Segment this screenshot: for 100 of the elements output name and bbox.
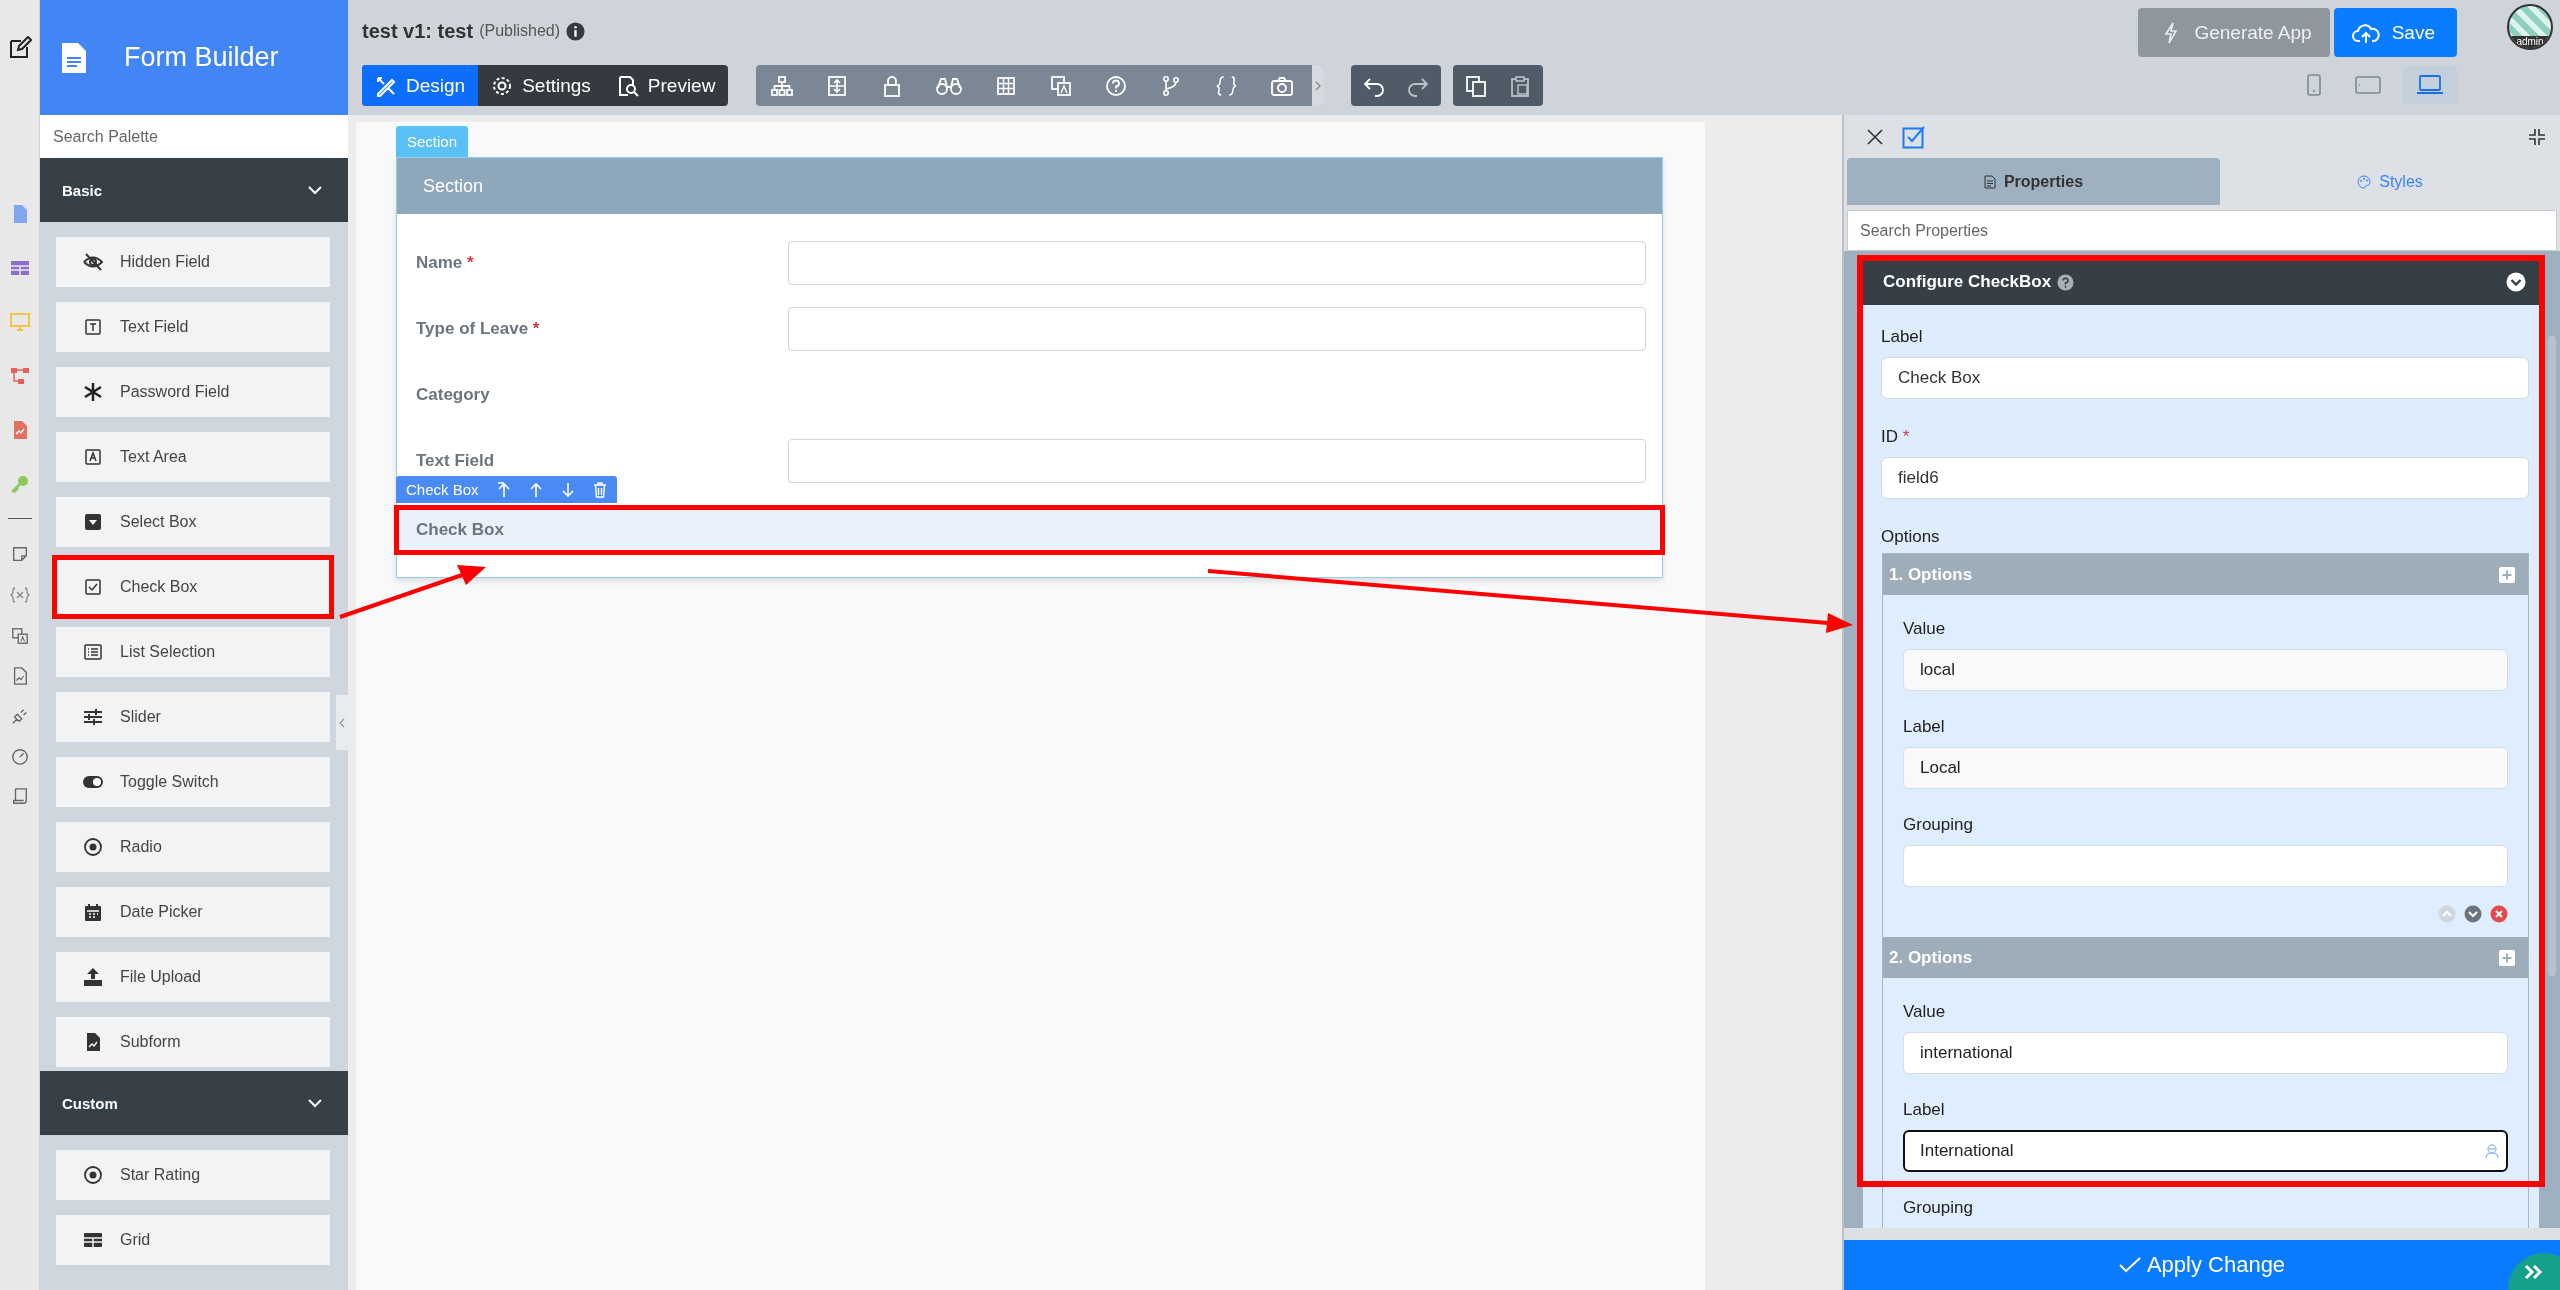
- chevron-circle-icon[interactable]: [2506, 272, 2526, 292]
- mode-tab[interactable]: Settings: [478, 65, 604, 106]
- field-label: Grouping: [1903, 1198, 1974, 1218]
- palette-item[interactable]: Select Box: [56, 497, 330, 547]
- palette-item[interactable]: Hidden Field: [56, 237, 330, 287]
- panel-tab[interactable]: Properties: [1847, 158, 2220, 205]
- input-field[interactable]: [788, 307, 1646, 351]
- mode-tab[interactable]: Design: [362, 65, 479, 106]
- input-field[interactable]: Local: [1903, 747, 2508, 789]
- plug-icon[interactable]: [10, 707, 29, 725]
- collapse-icon[interactable]: [2528, 127, 2546, 146]
- tablet-icon: [2355, 76, 2381, 94]
- palette-item[interactable]: Slider: [56, 692, 330, 742]
- input-field[interactable]: Check Box: [1881, 357, 2529, 399]
- plus-icon[interactable]: [2499, 949, 2515, 966]
- plus-icon[interactable]: [2499, 566, 2515, 583]
- close-icon[interactable]: [1867, 128, 1883, 145]
- mode-tab[interactable]: Preview: [603, 65, 729, 106]
- palette-item-label: Toggle Switch: [120, 773, 219, 791]
- user-avatar[interactable]: admin: [2507, 4, 2553, 50]
- flowchart-icon[interactable]: [9, 366, 30, 386]
- translate-icon[interactable]: [1050, 74, 1073, 97]
- remove-icon[interactable]: [2490, 905, 2508, 923]
- input-field[interactable]: [1903, 845, 2508, 887]
- input-field[interactable]: local: [1903, 649, 2508, 691]
- translate-icon[interactable]: [10, 627, 29, 645]
- group-header[interactable]: Basic: [40, 158, 348, 222]
- palette-item[interactable]: Password Field: [56, 367, 330, 417]
- palette-item-label: Subform: [120, 1033, 181, 1051]
- laptop-icon: [2416, 75, 2444, 95]
- hierarchy-icon[interactable]: [771, 74, 794, 97]
- radio-field-icon: [83, 837, 103, 857]
- palette-item[interactable]: Check Box: [52, 555, 334, 619]
- field-label: Name *: [416, 253, 474, 273]
- camera-icon[interactable]: [1270, 74, 1295, 97]
- cloud-upload-icon: [2351, 21, 2380, 44]
- group-title: Basic: [62, 181, 103, 199]
- palette-item[interactable]: Star Rating: [56, 1150, 330, 1200]
- braces-icon[interactable]: [1215, 74, 1238, 97]
- variable-icon[interactable]: [9, 585, 30, 605]
- gauge-icon[interactable]: [10, 747, 29, 765]
- table-icon[interactable]: [995, 74, 1018, 97]
- apply-change-button[interactable]: Apply Change: [1844, 1240, 2560, 1290]
- palette-item[interactable]: Text Field: [56, 302, 330, 352]
- info-icon[interactable]: [566, 21, 586, 41]
- input-field[interactable]: International: [1903, 1130, 2508, 1172]
- collapse-handle[interactable]: [336, 695, 348, 750]
- phone-icon: [2307, 74, 2321, 96]
- palette-item[interactable]: Toggle Switch: [56, 757, 330, 807]
- note-icon[interactable]: [10, 545, 29, 563]
- input-field[interactable]: international: [1903, 1032, 2508, 1074]
- group-header[interactable]: Custom: [40, 1071, 348, 1135]
- edit-icon[interactable]: [7, 36, 32, 60]
- palette-item[interactable]: File Upload: [56, 952, 330, 1002]
- search-field[interactable]: Search Palette: [40, 115, 348, 158]
- field-label: Category: [416, 385, 490, 405]
- palette-item[interactable]: Subform: [56, 1017, 330, 1067]
- user-name: admin: [2509, 36, 2551, 48]
- input-field[interactable]: [788, 439, 1646, 483]
- chevron-left-icon: [339, 717, 345, 728]
- section-title: Section: [423, 175, 484, 197]
- field-label: Grouping: [1903, 815, 1974, 835]
- copy-icon[interactable]: [1465, 74, 1488, 97]
- move-out-icon[interactable]: [496, 481, 511, 498]
- table-icon[interactable]: [9, 258, 30, 278]
- document-search-icon: [616, 74, 639, 97]
- laptop-view-button[interactable]: [2403, 66, 2457, 104]
- palette-item[interactable]: Date Picker: [56, 887, 330, 937]
- arrow-up-icon[interactable]: [528, 481, 543, 498]
- field-label: Label: [1903, 1100, 1946, 1120]
- scrollbar[interactable]: [2548, 336, 2556, 976]
- help-icon[interactable]: [2057, 273, 2075, 291]
- clipboard-icon[interactable]: [1509, 74, 1532, 97]
- checkbox-field[interactable]: Check Box: [394, 505, 1665, 555]
- radio-field-icon: [83, 1165, 103, 1185]
- palette-item[interactable]: Text Area: [56, 432, 330, 482]
- move-down-icon[interactable]: [2464, 905, 2482, 923]
- insert-row-icon[interactable]: [826, 74, 849, 97]
- field-label: Label: [1881, 327, 1924, 347]
- field-label: Value: [1903, 619, 1947, 639]
- hidden-field-icon: [83, 252, 103, 272]
- textarea-field-icon: [83, 447, 103, 467]
- palette-item-label: Text Area: [120, 448, 187, 466]
- input-field[interactable]: [788, 241, 1646, 285]
- input-field[interactable]: field6: [1881, 457, 2529, 499]
- palette-item[interactable]: List Selection: [56, 627, 330, 677]
- help-icon[interactable]: [1105, 74, 1128, 97]
- palette-item[interactable]: Grid: [56, 1215, 330, 1265]
- palette-item-label: Select Box: [120, 513, 197, 531]
- palette-item[interactable]: Radio: [56, 822, 330, 872]
- trash-icon[interactable]: [592, 481, 607, 498]
- save-button[interactable]: Save: [2333, 8, 2457, 57]
- script-icon[interactable]: [10, 787, 29, 805]
- search-field[interactable]: Search Properties: [1847, 210, 2557, 251]
- palette-item-label: List Selection: [120, 643, 216, 661]
- palette-item-label: Text Field: [120, 318, 189, 336]
- arrow-down-icon[interactable]: [560, 481, 575, 498]
- palette-item-label: Grid: [120, 1231, 151, 1249]
- option-title: 2. Options: [1889, 947, 1973, 968]
- panel-header[interactable]: Configure CheckBox: [1863, 259, 2539, 305]
